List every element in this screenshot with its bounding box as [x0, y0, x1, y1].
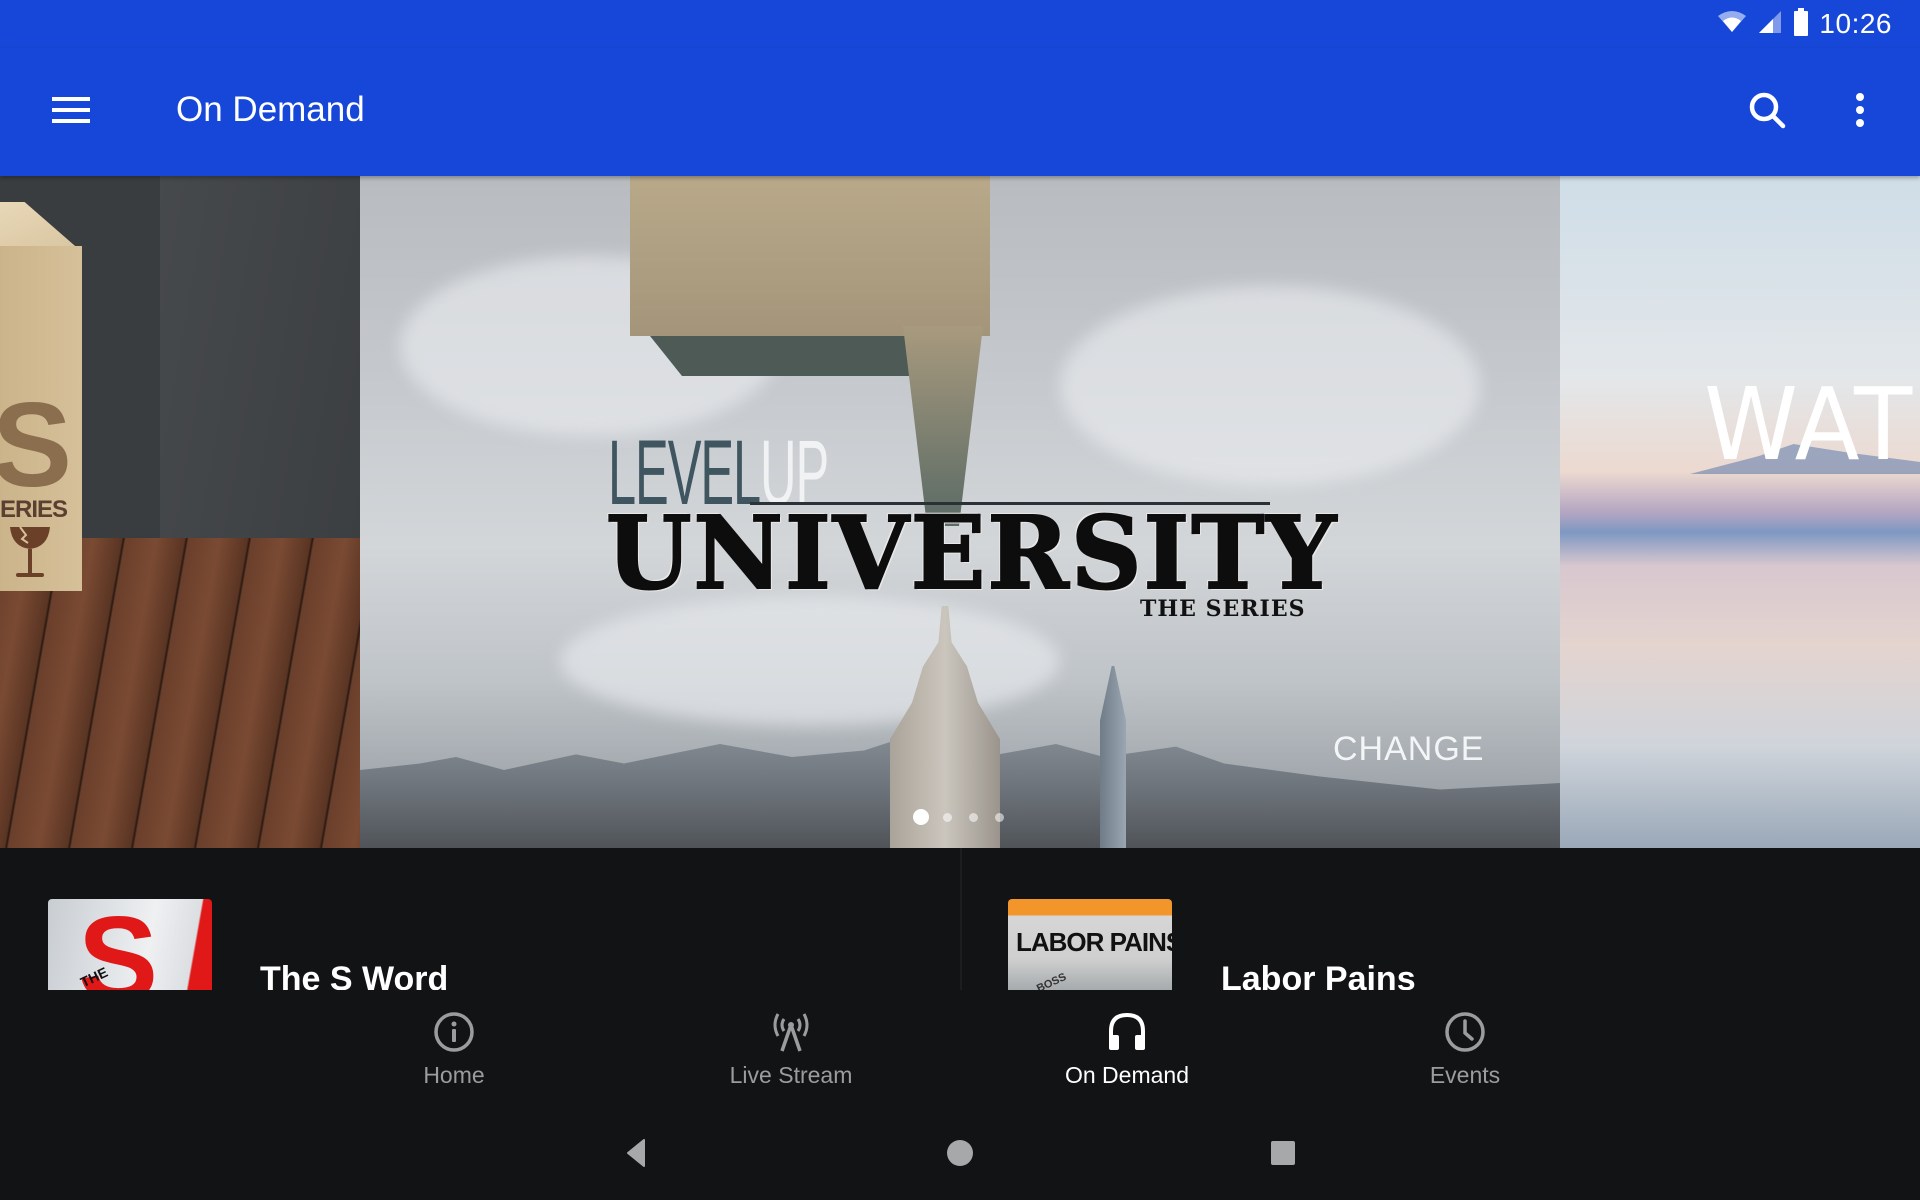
series-thumbnail: S THE — [48, 899, 212, 990]
list-item[interactable]: S THE The S Word — [0, 848, 960, 990]
thumbnail-text: BOSS — [1034, 970, 1069, 990]
page-title: On Demand — [176, 90, 365, 129]
carousel-slide-next[interactable]: WAT — [1560, 176, 1920, 848]
hamburger-menu-icon — [52, 96, 92, 129]
inverted-building — [630, 176, 990, 336]
broadcast-tower-icon — [769, 1010, 813, 1054]
info-icon — [432, 1010, 476, 1054]
slide-subtitle: THE SERIES — [1140, 596, 1306, 622]
slide-text: S — [0, 378, 73, 512]
system-navigation-bar — [0, 1110, 1920, 1200]
nav-label: Live Stream — [729, 1062, 853, 1088]
nav-on-demand[interactable]: On Demand — [1007, 990, 1247, 1090]
series-thumbnail: LABOR PAINS BOSS — [1008, 899, 1172, 990]
featured-carousel[interactable]: S ERIES LEVELUP UNIVERSITY THE SERIES CH… — [0, 176, 1920, 848]
search-icon — [1747, 90, 1787, 135]
nav-label: Home — [423, 1062, 485, 1088]
carousel-dot-4[interactable] — [995, 813, 1004, 822]
headphones-icon — [1105, 1010, 1149, 1054]
slide-text: WAT — [1704, 366, 1915, 483]
more-options-button[interactable] — [1828, 80, 1892, 144]
recents-icon — [1270, 1140, 1296, 1171]
cloud — [1060, 286, 1480, 486]
more-vert-icon — [1854, 92, 1866, 133]
bottom-navigation: Home Live Stream On Demand Events — [0, 990, 1920, 1110]
carousel-dot-1[interactable] — [913, 809, 929, 825]
status-icons: 10:26 — [1717, 6, 1892, 42]
status-time: 10:26 — [1819, 8, 1892, 39]
nav-live-stream[interactable]: Live Stream — [671, 990, 911, 1090]
carousel-dot-2[interactable] — [943, 813, 952, 822]
nav-label: Events — [1429, 1062, 1501, 1088]
nav-label: On Demand — [1064, 1062, 1189, 1088]
thumbnail-text: LABOR PAINS — [1016, 927, 1172, 957]
search-button[interactable] — [1735, 80, 1799, 144]
series-title: The S Word — [260, 960, 449, 990]
list-item[interactable]: LABOR PAINS BOSS Labor Pains — [962, 848, 1920, 990]
fragile-glass-icon — [6, 521, 54, 581]
back-icon — [626, 1138, 646, 1172]
carousel-pagination — [360, 808, 1560, 828]
home-icon — [946, 1139, 974, 1172]
cell-signal-icon — [1757, 9, 1783, 40]
menu-button[interactable] — [40, 80, 104, 144]
brand-logo: CHANGE — [1333, 730, 1485, 768]
slide-text: ERIES — [0, 496, 68, 523]
wifi-icon — [1717, 10, 1747, 39]
nav-events[interactable]: Events — [1345, 990, 1585, 1090]
cloud — [560, 596, 1060, 726]
carousel-slide-current[interactable]: LEVELUP UNIVERSITY THE SERIES CHANGE — [360, 176, 1560, 848]
series-title: Labor Pains — [1221, 960, 1416, 990]
system-recents-button[interactable] — [1243, 1130, 1323, 1180]
carousel-dot-3[interactable] — [969, 813, 978, 822]
system-back-button[interactable] — [596, 1130, 676, 1180]
slide-title-university: UNIVERSITY — [605, 493, 1339, 613]
status-bar: 10:26 — [0, 0, 1920, 48]
carousel-slide-previous[interactable]: S ERIES — [0, 176, 360, 848]
system-home-button[interactable] — [920, 1130, 1000, 1180]
app-bar: On Demand — [0, 48, 1920, 176]
battery-icon — [1793, 7, 1809, 41]
series-list: S THE The S Word LABOR PAINS BOSS Labor … — [0, 848, 1920, 990]
clock-icon — [1443, 1010, 1487, 1054]
nav-home[interactable]: Home — [334, 990, 574, 1090]
